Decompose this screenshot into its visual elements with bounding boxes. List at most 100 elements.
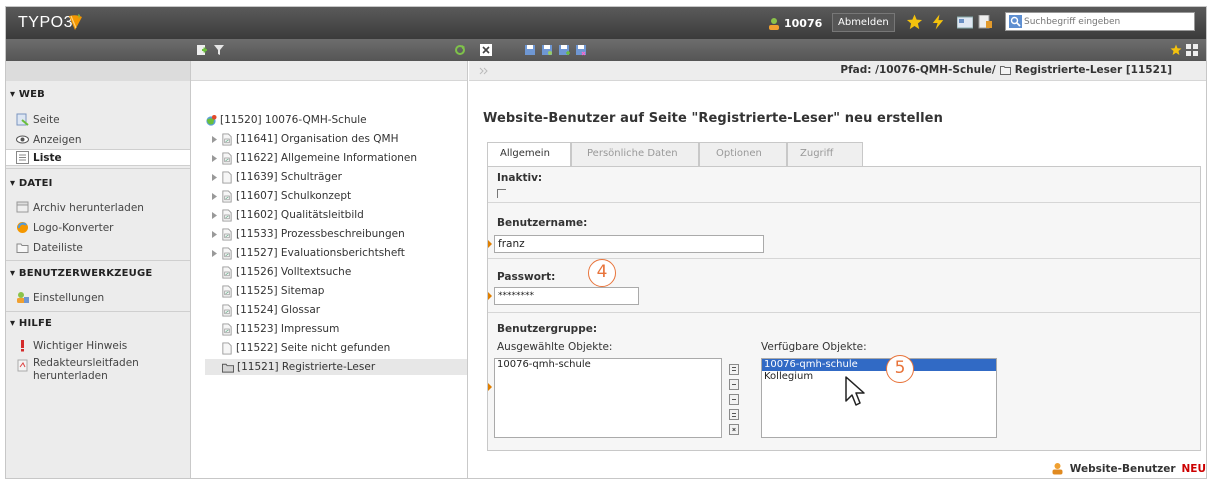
save-and-view-icon[interactable] — [541, 44, 553, 56]
tab-zugriff[interactable]: Zugriff — [787, 142, 863, 166]
tree-node-selected[interactable]: [11521] Registrierte-Leser — [205, 359, 467, 375]
expand-arrow-icon[interactable] — [211, 135, 218, 144]
menu-group-hilfe[interactable]: ▾ HILFE — [10, 318, 52, 329]
logout-button[interactable]: Abmelden — [832, 13, 895, 32]
menu-item-seite[interactable]: Seite — [16, 111, 60, 128]
menu-header — [6, 61, 190, 81]
page-icon — [222, 342, 232, 354]
menu-item-label: Liste — [33, 151, 62, 164]
expand-arrow-icon[interactable] — [211, 192, 218, 201]
tab-optionen[interactable]: Optionen — [699, 142, 787, 166]
search-box[interactable] — [1005, 12, 1195, 31]
tree-node[interactable]: [11526] Volltextsuche — [211, 264, 351, 280]
tree-node[interactable]: [11523] Impressum — [211, 321, 339, 337]
refresh-icon[interactable] — [454, 44, 466, 56]
user-info[interactable]: 10076 — [768, 15, 822, 31]
tree-node-label: [11622] Allgemeine Informationen — [236, 152, 418, 164]
menu-item-label: Redakteursleitfaden — [33, 357, 139, 369]
breadcrumb-prefix: Pfad: /10076-QMH-Schule/ — [840, 64, 996, 76]
available-option[interactable]: Kollegium — [762, 371, 996, 383]
view-grid-icon[interactable] — [1186, 44, 1198, 56]
menu-item-label: Wichtiger Hinweis — [33, 339, 128, 352]
new-page-icon[interactable] — [196, 44, 208, 56]
tab-bar: Allgemein Persönliche Daten Optionen Zug… — [487, 142, 863, 167]
save-and-close-icon[interactable] — [575, 44, 587, 56]
tab-persoenliche-daten[interactable]: Persönliche Daten — [571, 142, 699, 166]
site-root-icon — [206, 114, 217, 126]
inaktiv-checkbox[interactable] — [497, 189, 506, 198]
menu-item-anzeigen[interactable]: Anzeigen — [16, 131, 82, 148]
menu-item-einstellungen[interactable]: Einstellungen — [16, 289, 104, 306]
shortcut-star-icon[interactable] — [1170, 44, 1182, 56]
available-option[interactable]: 10076-qmh-schule — [762, 359, 996, 371]
tree-node[interactable]: [11602] Qualitätsleitbild — [211, 207, 364, 223]
filter-icon[interactable] — [213, 44, 225, 56]
expand-arrow-icon[interactable] — [211, 230, 218, 239]
selected-objects-list[interactable]: 10076-qmh-schule — [494, 358, 722, 438]
workspace-icon[interactable] — [957, 15, 973, 29]
tree-node[interactable]: [11641] Organisation des QMH — [211, 131, 399, 147]
tree-node[interactable]: [11527] Evaluationsberichtsheft — [211, 245, 405, 261]
expand-arrow-icon[interactable] — [211, 173, 218, 182]
expand-arrow-icon[interactable] — [211, 211, 218, 220]
tree-node[interactable]: [11533] Prozessbeschreibungen — [211, 226, 405, 242]
available-objects-list[interactable]: 10076-qmh-schule Kollegium — [761, 358, 997, 438]
tree-node-label: [11520] 10076-QMH-Schule — [220, 114, 367, 126]
tree-node[interactable]: [11524] Glossar — [211, 302, 320, 318]
remove-item-button[interactable] — [729, 424, 739, 435]
menu-divider — [6, 311, 190, 312]
tree-node[interactable]: [11522] Seite nicht gefunden — [211, 340, 390, 356]
search-input[interactable] — [1024, 16, 1184, 27]
tree-root[interactable]: [11520] 10076-QMH-Schule — [205, 112, 367, 128]
tree-node[interactable]: [11607] Schulkonzept — [211, 188, 351, 204]
typo3-logo-icon[interactable] — [67, 13, 84, 32]
menu-item-dateiliste[interactable]: Dateiliste — [16, 239, 83, 256]
close-document-icon[interactable] — [480, 44, 492, 56]
tree-node[interactable]: [11525] Sitemap — [211, 283, 324, 299]
website-user-icon — [1052, 463, 1063, 475]
menu-group-datei[interactable]: ▾ DATEI — [10, 178, 53, 189]
archive-icon — [16, 201, 29, 213]
selected-option[interactable]: 10076-qmh-schule — [495, 359, 721, 371]
bookmarks-star-icon[interactable] — [906, 13, 923, 31]
move-bottom-button[interactable] — [729, 409, 739, 420]
page-shortcut-icon — [222, 266, 232, 278]
save-and-new-icon[interactable] — [558, 44, 570, 56]
menu-item-archiv[interactable]: Archiv herunterladen — [16, 199, 144, 216]
tree-node[interactable]: [11639] Schulträger — [211, 169, 342, 185]
breadcrumb-page: Registrierte-Leser [11521] — [1014, 64, 1172, 76]
password-label: Passwort: — [497, 271, 556, 283]
menu-divider — [6, 260, 190, 261]
typo3-logo-text[interactable]: TYPO3 — [18, 14, 73, 32]
user-settings-icon — [17, 292, 29, 303]
folder-icon — [999, 66, 1011, 75]
password-input[interactable]: ******** — [494, 287, 639, 305]
tab-allgemein[interactable]: Allgemein — [487, 142, 571, 167]
path-bar: Pfad: /10076-QMH-Schule/ Registrierte-Le… — [469, 61, 1206, 81]
tree-node-label: [11526] Volltextsuche — [236, 266, 352, 278]
expand-arrow-icon[interactable] — [211, 154, 218, 163]
menu-item-wichtiger-hinweis[interactable]: Wichtiger Hinweis — [16, 337, 127, 354]
menu-item-logo-konverter[interactable]: Logo-Konverter — [16, 219, 114, 236]
menu-item-label: Einstellungen — [33, 291, 105, 304]
new-record-link[interactable]: Website-Benutzer NEU — [1051, 462, 1206, 475]
user-icon — [769, 17, 779, 30]
path-expand-icon[interactable] — [479, 66, 488, 75]
expand-arrow-icon[interactable] — [211, 249, 218, 258]
menu-group-web[interactable]: ▾ WEB — [10, 89, 45, 100]
menu-item-redakteursleitfaden[interactable]: Redakteursleitfaden herunterladen — [16, 357, 139, 387]
tree-node[interactable]: [11622] Allgemeine Informationen — [211, 150, 417, 166]
save-icon[interactable] — [524, 44, 536, 56]
move-down-button[interactable] — [729, 394, 739, 405]
menu-group-benutzerwerkzeuge[interactable]: ▾ BENUTZERWERKZEUGE — [10, 268, 152, 279]
menu-item-label-group: Redakteursleitfaden herunterladen — [33, 357, 139, 383]
username-input[interactable]: franz — [494, 235, 764, 253]
page-shortcut-icon — [222, 304, 232, 316]
document-icon[interactable] — [977, 15, 993, 29]
move-top-button[interactable] — [729, 364, 739, 375]
flash-cache-icon[interactable] — [930, 13, 947, 31]
move-up-button[interactable] — [729, 379, 739, 390]
search-icon — [1009, 15, 1022, 28]
required-marker — [488, 383, 492, 391]
menu-item-liste[interactable]: Liste — [6, 149, 190, 166]
